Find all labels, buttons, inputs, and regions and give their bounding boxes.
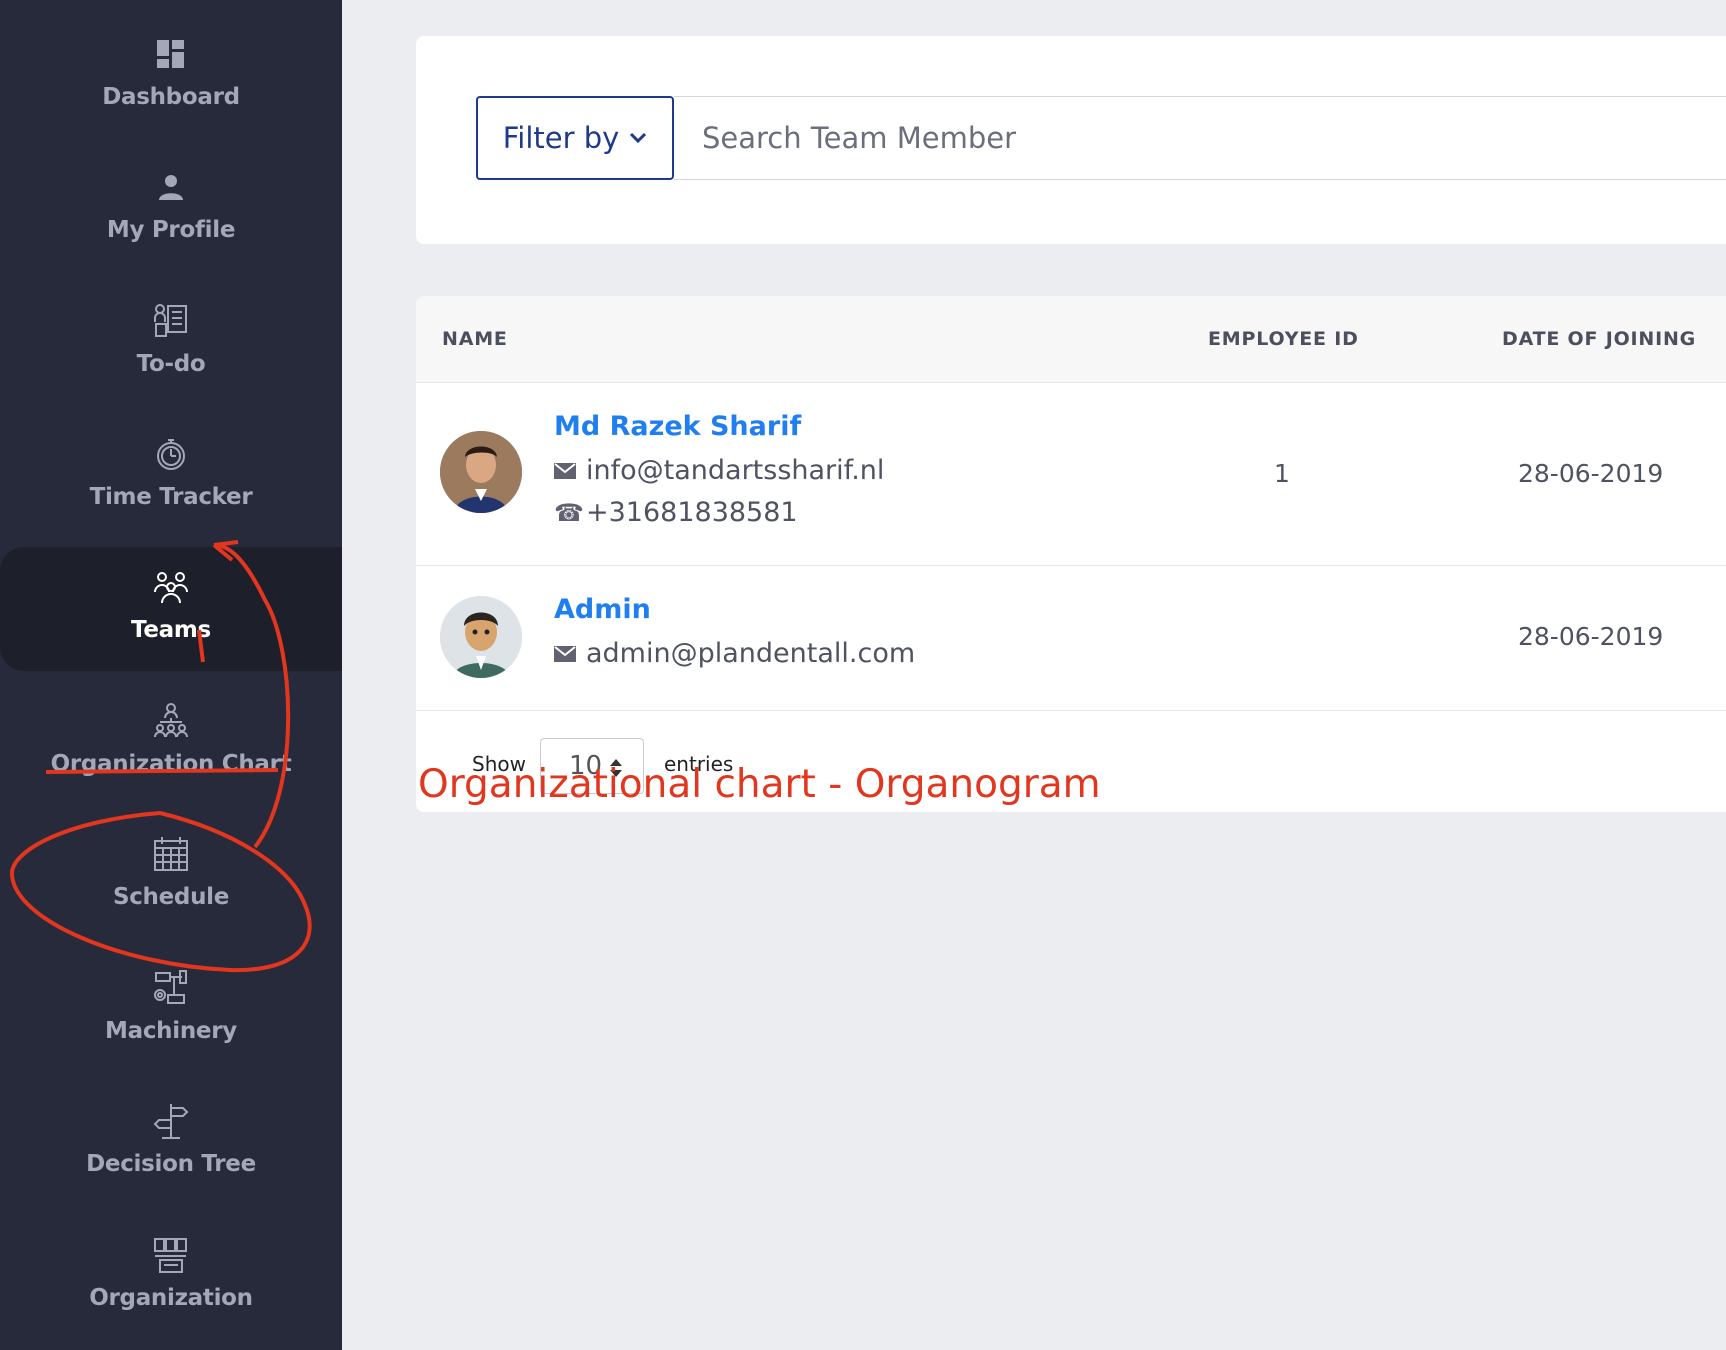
member-name-link[interactable]: Admin	[554, 594, 651, 625]
member-phone: ☎ +31681838581	[554, 497, 798, 528]
column-header-name[interactable]: NAME	[442, 328, 508, 350]
sidebar-item-teams[interactable]: Teams	[0, 533, 342, 665]
column-header-date-of-joining[interactable]: DATE OF JOINING	[1502, 328, 1696, 350]
email-text: admin@plandentall.com	[586, 638, 916, 669]
filter-by-label: Filter by	[502, 121, 620, 155]
sidebar-item-label: Decision Tree	[86, 1151, 256, 1177]
date-of-joining-cell: 28-06-2019	[1518, 459, 1664, 488]
sidebar-item-label: Teams	[131, 617, 211, 643]
mail-icon	[554, 645, 580, 662]
dashboard-icon	[151, 34, 191, 74]
chevron-down-icon	[630, 132, 647, 144]
org-chart-icon	[151, 701, 191, 741]
todo-icon	[151, 301, 191, 341]
table-row[interactable]: Admin admin@plandentall.com 28-06-2019	[416, 566, 1726, 711]
column-header-employee-id[interactable]: EMPLOYEE ID	[1208, 328, 1359, 350]
team-icon	[151, 567, 191, 607]
organization-icon	[151, 1235, 191, 1275]
sidebar-item-schedule[interactable]: Schedule	[0, 800, 342, 932]
email-text: info@tandartssharif.nl	[586, 455, 885, 486]
sidebar: Dashboard My Profile To-do Time Tracker …	[0, 0, 342, 1350]
table-row[interactable]: Md Razek Sharif info@tandartssharif.nl ☎…	[416, 383, 1726, 566]
stopwatch-icon	[151, 434, 191, 474]
sidebar-item-label: To-do	[136, 351, 206, 377]
avatar	[440, 431, 522, 513]
date-of-joining-cell: 28-06-2019	[1518, 622, 1664, 651]
sidebar-item-label: Organization Chart	[50, 751, 292, 777]
sidebar-item-label: Time Tracker	[89, 484, 253, 510]
table-header: NAME EMPLOYEE ID DATE OF JOINING	[416, 296, 1726, 383]
sidebar-item-label: My Profile	[106, 217, 236, 243]
sidebar-item-organization-chart[interactable]: Organization Chart	[0, 667, 342, 799]
sidebar-item-label: Organization	[89, 1285, 253, 1311]
member-name-link[interactable]: Md Razek Sharif	[554, 411, 801, 442]
member-email: info@tandartssharif.nl	[554, 455, 884, 486]
filter-by-button[interactable]: Filter by	[476, 96, 674, 180]
phone-icon: ☎	[554, 498, 584, 527]
signpost-icon	[151, 1101, 191, 1141]
phone-text: +31681838581	[586, 497, 798, 528]
filter-card: Filter by	[416, 36, 1726, 244]
sidebar-item-label: Machinery	[105, 1018, 237, 1044]
sidebar-item-todo[interactable]: To-do	[0, 267, 342, 399]
employee-id-cell: 1	[1274, 459, 1290, 488]
team-table: NAME EMPLOYEE ID DATE OF JOINING Md Raze…	[416, 296, 1726, 812]
search-team-member-input[interactable]	[674, 96, 1726, 180]
mail-icon	[554, 462, 580, 479]
sidebar-item-machinery[interactable]: Machinery	[0, 934, 342, 1066]
calendar-icon	[151, 834, 191, 874]
member-email: admin@plandentall.com	[554, 638, 915, 669]
sidebar-item-my-profile[interactable]: My Profile	[0, 133, 342, 265]
sidebar-item-time-tracker[interactable]: Time Tracker	[0, 400, 342, 532]
sidebar-item-label: Schedule	[112, 884, 230, 910]
machinery-icon	[151, 968, 191, 1008]
annotation-text: Organizational chart - Organogram	[418, 762, 1101, 807]
sidebar-item-decision-tree[interactable]: Decision Tree	[0, 1067, 342, 1199]
sidebar-item-organization[interactable]: Organization	[0, 1201, 342, 1333]
avatar	[440, 596, 522, 678]
sidebar-item-dashboard[interactable]: Dashboard	[0, 0, 342, 132]
sidebar-item-label: Dashboard	[102, 84, 240, 110]
main-content: Filter by NAME EMPLOYEE ID DATE OF JOINI…	[342, 0, 1726, 1350]
user-icon	[151, 167, 191, 207]
